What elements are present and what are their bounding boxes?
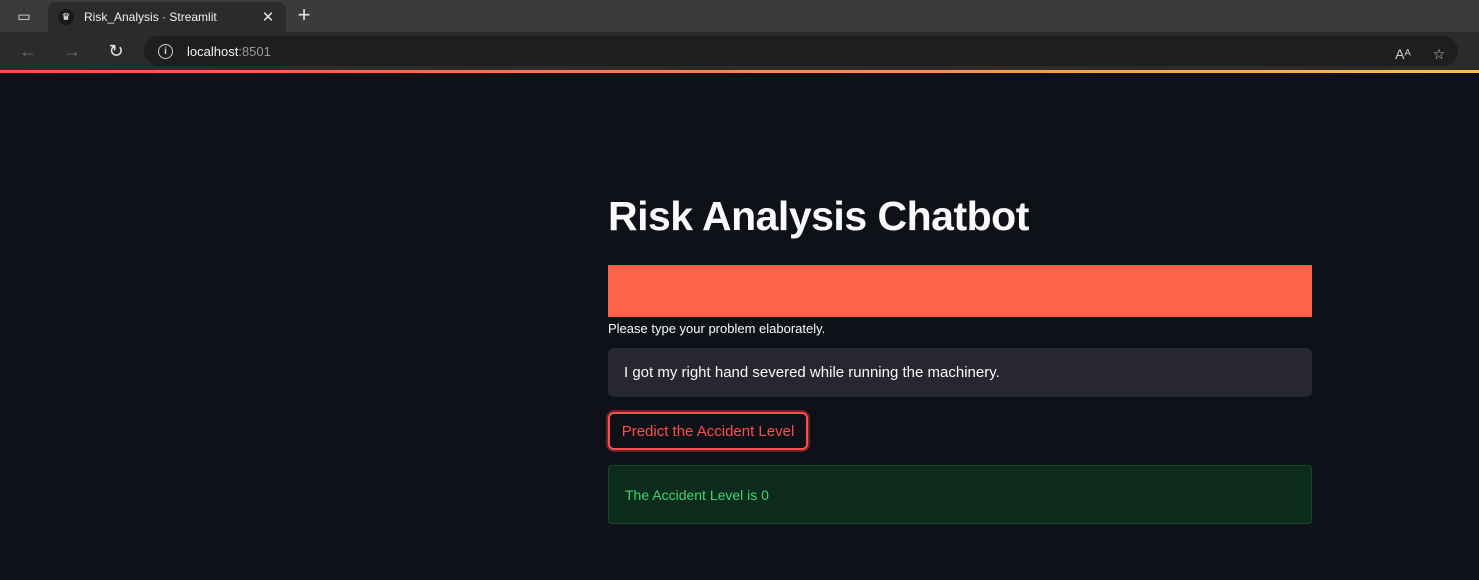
success-alert: The Accident Level is 0: [608, 465, 1312, 524]
url-host: localhost: [187, 43, 239, 59]
banner-image: [608, 265, 1312, 317]
browser-toolbar: ← → ↻ i localhost :8501 Aᴬ ☆: [0, 32, 1479, 70]
add-favorite-icon[interactable]: ☆: [1428, 43, 1450, 65]
favicon-icon: ♛: [58, 9, 74, 25]
page-title: Risk Analysis Chatbot: [608, 193, 1029, 239]
problem-input[interactable]: [608, 348, 1312, 397]
predict-button[interactable]: Predict the Accident Level: [608, 412, 808, 450]
plus-icon[interactable]: +: [292, 4, 316, 28]
app-top-decoration: [0, 70, 1479, 73]
info-icon[interactable]: i: [158, 43, 173, 59]
address-bar[interactable]: i localhost :8501 Aᴬ ☆: [144, 36, 1458, 66]
browser-tab[interactable]: ♛ Risk_Analysis · Streamlit ✕: [48, 2, 286, 32]
result-text: The Accident Level is 0: [625, 486, 769, 503]
refresh-icon[interactable]: ↻: [104, 39, 128, 63]
back-icon[interactable]: ←: [16, 39, 40, 63]
close-icon[interactable]: ✕: [260, 8, 276, 26]
input-label: Please type your problem elaborately.: [608, 321, 826, 336]
read-aloud-icon[interactable]: Aᴬ: [1392, 43, 1414, 65]
tab-title: Risk_Analysis · Streamlit: [84, 10, 217, 24]
tab-actions-icon[interactable]: ▭: [10, 6, 38, 26]
url-port: :8501: [238, 43, 271, 59]
browser-tab-bar: ▭ ♛ Risk_Analysis · Streamlit ✕ +: [0, 0, 1479, 32]
forward-icon[interactable]: →: [60, 39, 84, 63]
